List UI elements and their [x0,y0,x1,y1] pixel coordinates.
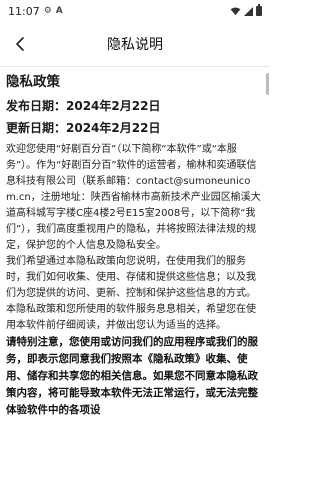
status-bar: 11:07 ⚙ A [0,0,270,22]
intro-paragraph: 欢迎您使用“好剧百分百”（以下简称“本软件”或“本服务”）。作为“好剧百分百”软… [6,144,261,251]
policy-content[interactable]: 隐私政策 发布日期：2024年2月22日 更新日期：2024年2月22日 欢迎您… [0,67,270,480]
updated-date: 更新日期：2024年2月22日 [6,121,161,135]
page-title: 隐私说明 [107,37,163,53]
wifi-icon [230,6,241,15]
published-date: 发布日期：2024年2月22日 [6,99,161,113]
gear-icon: ⚙ [43,6,52,16]
app-bar: 隐私说明 [0,22,270,66]
signal-icon [244,6,253,16]
chevron-left-icon [16,37,24,51]
back-button[interactable] [6,30,34,58]
battery-icon [256,4,262,16]
status-time: 11:07 [8,4,40,18]
purpose-paragraph: 我们希望通过本隐私政策向您说明，在使用我们的服务时，我们如何收集、使用、存储和提… [6,256,256,331]
scrollbar[interactable] [266,73,269,95]
notice-paragraph: 请特别注意，您使用或访问我们的应用程序或我们的服务，即表示您同意我们按照本《隐私… [6,336,258,416]
document-heading: 隐私政策 [6,74,60,90]
status-icons [230,4,262,16]
a-icon: A [55,6,63,16]
